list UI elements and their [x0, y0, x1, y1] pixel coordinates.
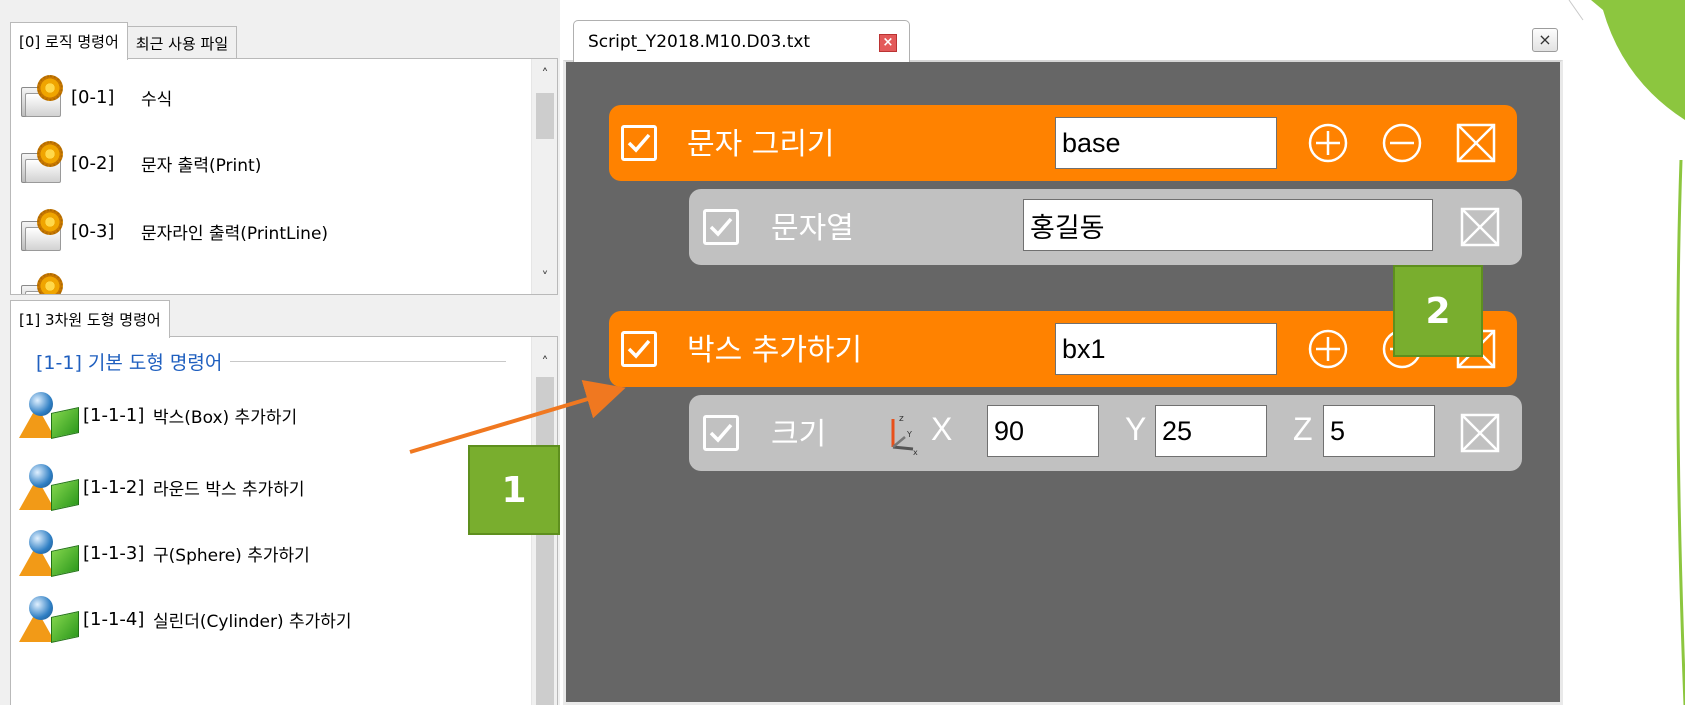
section-header-basic-shapes: [1-1] 기본 도형 명령어 [36, 348, 506, 375]
svg-text:z: z [899, 414, 904, 424]
command-block-add-box[interactable]: 박스 추가하기 bx1 [609, 311, 1517, 387]
size-y-input[interactable]: 25 [1155, 405, 1267, 457]
item-label: 실린더(Cylinder) 추가하기 [153, 611, 352, 632]
item-label: 박스(Box) 추가하기 [153, 407, 298, 428]
z-axis-label: Z [1293, 411, 1313, 447]
list-item-partial[interactable] [17, 269, 65, 294]
x-axis-label: X [931, 411, 953, 447]
item-code: [0-2] [71, 152, 115, 174]
shape-tabbar: [1] 3차원 도형 명령어 [10, 298, 170, 338]
tab-recent-files[interactable]: 최근 사용 파일 [126, 26, 238, 60]
list-item[interactable]: [0-2] 문자 출력(Print) [17, 137, 261, 189]
block-label: 크기 [771, 417, 827, 452]
section-divider [230, 361, 506, 362]
block-label: 문자열 [771, 211, 854, 246]
item-label: 수식 [141, 89, 173, 110]
tab-3d-shape-commands[interactable]: [1] 3차원 도형 명령어 [10, 300, 170, 338]
block-checkbox[interactable] [621, 331, 657, 367]
list-item[interactable]: [0-3] 문자라인 출력(PrintLine) [17, 205, 328, 257]
size-x-input[interactable]: 90 [987, 405, 1099, 457]
shapes-icon [17, 392, 83, 439]
size-z-input[interactable]: 5 [1323, 405, 1435, 457]
editor-tab-label: Script_Y2018.M10.D03.txt [588, 31, 811, 52]
window-close-button[interactable]: × [1532, 28, 1558, 52]
item-label: 문자 출력(Print) [141, 155, 262, 176]
item-code: [1-1-3] [83, 542, 145, 564]
y-axis-label: Y [1125, 411, 1147, 447]
svg-text:x: x [913, 448, 918, 455]
delete-icon[interactable] [1459, 206, 1501, 248]
string-value-input[interactable]: 홍길동 [1023, 199, 1433, 251]
item-code: [0-1] [71, 86, 115, 108]
check-icon [627, 133, 651, 153]
list-item[interactable]: [1-1-1] 박스(Box) 추가하기 [17, 389, 297, 441]
section-header-label: [1-1] 기본 도형 명령어 [36, 352, 223, 374]
green-accent-shape [1568, 0, 1685, 705]
gear-folder-icon [17, 209, 65, 253]
list-item[interactable]: [1-1-2] 라운드 박스 추가하기 [17, 461, 305, 513]
block-checkbox[interactable] [703, 209, 739, 245]
check-icon [627, 339, 651, 359]
delete-icon[interactable] [1455, 122, 1497, 164]
tab-logic-commands[interactable]: [0] 로직 명령어 [10, 22, 128, 60]
logic-command-list: [0-1] 수식 [0-2] 문자 출력(Print) [0-3] 문자라인 출… [10, 58, 558, 295]
shapes-icon [17, 530, 83, 577]
param-block-string[interactable]: 문자열 홍길동 [689, 189, 1522, 265]
script-canvas[interactable]: 문자 그리기 base 문자열 홍길동 박스 추가하기 bx1 크기 z Y x… [563, 60, 1563, 705]
scrollbar-thumb[interactable] [536, 377, 554, 705]
shapes-icon [17, 596, 83, 643]
block-label: 문자 그리기 [687, 127, 835, 162]
check-icon [709, 217, 733, 237]
block-checkbox[interactable] [621, 125, 657, 161]
item-label: 라운드 박스 추가하기 [153, 479, 305, 500]
remove-icon[interactable] [1381, 122, 1423, 164]
item-label: 구(Sphere) 추가하기 [153, 545, 310, 566]
callout-2: 2 [1393, 265, 1483, 357]
check-icon [709, 423, 733, 443]
gear-folder-icon [17, 141, 65, 185]
item-code: [1-1-1] [83, 404, 145, 426]
block-checkbox[interactable] [703, 415, 739, 451]
gear-folder-icon [17, 273, 65, 294]
shapes-icon [17, 464, 83, 511]
scroll-up-icon[interactable]: ˄ [532, 63, 557, 87]
scrollbar-thumb[interactable] [536, 93, 554, 139]
add-icon[interactable] [1307, 122, 1349, 164]
param-block-size[interactable]: 크기 z Y x X 90 Y 25 Z 5 [689, 395, 1522, 471]
command-panel: [0] 로직 명령어 최근 사용 파일 [0-1] 수식 [0-2] 문자 출력… [0, 0, 560, 705]
block-label: 박스 추가하기 [687, 333, 863, 368]
list-item[interactable]: [1-1-3] 구(Sphere) 추가하기 [17, 527, 310, 579]
callout-1: 1 [468, 445, 560, 535]
scroll-down-icon[interactable]: ˅ [532, 266, 557, 290]
slide-decoration [1563, 0, 1685, 705]
gear-folder-icon [17, 75, 65, 119]
add-icon[interactable] [1307, 328, 1349, 370]
tab-close-icon[interactable]: × [879, 34, 897, 52]
logic-list-scrollbar[interactable]: ˄ ˅ [531, 59, 557, 294]
logic-tabbar: [0] 로직 명령어 최근 사용 파일 [10, 20, 238, 60]
item-code: [0-3] [71, 220, 115, 242]
item-code: [1-1-2] [83, 476, 145, 498]
svg-text:Y: Y [906, 430, 912, 439]
command-block-draw-text[interactable]: 문자 그리기 base [609, 105, 1517, 181]
delete-icon[interactable] [1459, 412, 1501, 454]
item-label: 문자라인 출력(PrintLine) [141, 223, 329, 244]
item-code: [1-1-4] [83, 608, 145, 630]
list-item[interactable]: [1-1-4] 실린더(Cylinder) 추가하기 [17, 593, 352, 645]
xyz-axis-icon: z Y x [891, 414, 918, 455]
scroll-up-icon[interactable]: ˄ [532, 351, 557, 375]
variable-name-input[interactable]: bx1 [1055, 323, 1277, 375]
list-item[interactable]: [0-1] 수식 [17, 71, 172, 123]
variable-name-input[interactable]: base [1055, 117, 1277, 169]
editor-file-tab[interactable]: Script_Y2018.M10.D03.txt × [573, 20, 910, 62]
